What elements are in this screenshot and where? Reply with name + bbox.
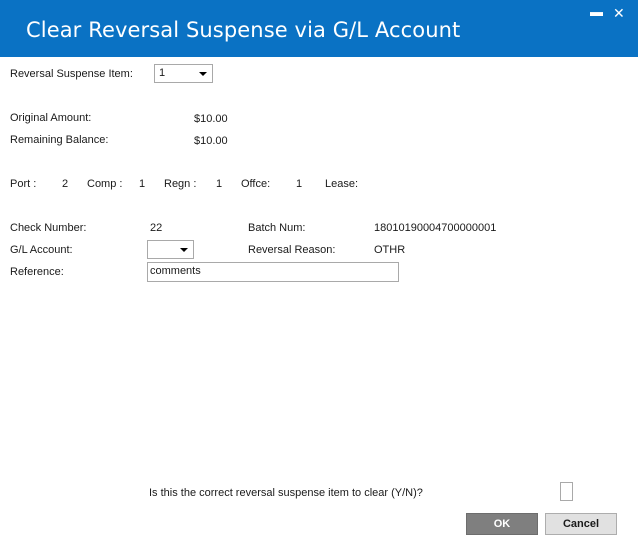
minimize-icon[interactable]: ▬ [590,4,603,19]
port-value: 2 [62,178,69,190]
port-label: Port : [10,178,37,190]
batch-num-value: 18010190004700000001 [374,222,497,234]
remaining-balance-label: Remaining Balance: [10,134,109,146]
lease-label: Lease: [325,178,359,190]
title-bar: Clear Reversal Suspense via G/L Account … [0,0,638,57]
ok-button[interactable]: OK [466,513,538,535]
regn-value: 1 [216,178,223,190]
cancel-button[interactable]: Cancel [545,513,617,535]
reference-label: Reference: [10,266,64,278]
window-title: Clear Reversal Suspense via G/L Account [26,18,461,42]
original-amount-value: $10.00 [194,113,228,125]
comp-label: Comp : [87,178,123,190]
confirm-answer-input[interactable] [560,482,573,501]
remaining-balance-value: $10.00 [194,135,228,147]
close-icon[interactable]: ✕ [613,5,625,22]
reference-input[interactable] [148,263,390,279]
reference-field-box [147,262,399,282]
suspense-item-value: 1 [159,67,166,79]
comp-value: 1 [139,178,146,190]
regn-label: Regn : [164,178,197,190]
reversal-reason-value: OTHR [374,244,406,256]
suspense-item-label: Reversal Suspense Item: [10,68,133,80]
chevron-down-icon [180,248,188,252]
gl-account-label: G/L Account: [10,244,73,256]
chevron-down-icon [199,72,207,76]
reversal-reason-label: Reversal Reason: [248,244,336,256]
suspense-item-select[interactable]: 1 [154,64,213,83]
check-number-label: Check Number: [10,222,87,234]
offce-value: 1 [296,178,303,190]
gl-account-select[interactable] [147,240,194,259]
original-amount-label: Original Amount: [10,112,92,124]
check-number-value: 22 [150,222,163,234]
confirm-question: Is this the correct reversal suspense it… [149,487,423,499]
offce-label: Offce: [241,178,271,190]
batch-num-label: Batch Num: [248,222,306,234]
